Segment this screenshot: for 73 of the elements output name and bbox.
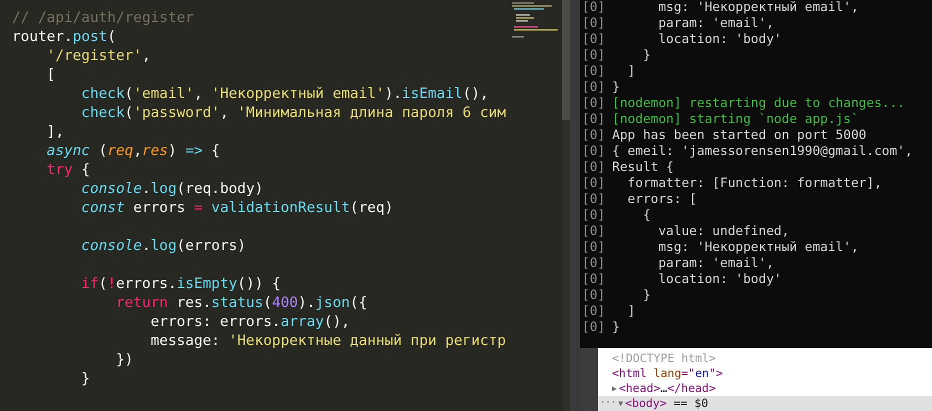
line-prefix: [0]	[582, 64, 606, 80]
line-prefix: [0]	[582, 160, 606, 176]
line-prefix: [0]	[582, 192, 606, 208]
log-line: [nodemon] restarting due to changes...	[612, 96, 905, 112]
line-prefix: [0]	[582, 272, 606, 288]
code-line: }	[80, 370, 90, 389]
code-line: return res.status(400).json({	[114, 294, 368, 313]
log-line: msg: 'Некорректный email',	[657, 240, 859, 256]
log-line: ]	[626, 304, 636, 320]
code-line: check('password', 'Минимальная длина пароля 6 сим	[80, 104, 506, 123]
log-line: formatter: [Function: formatter],	[626, 176, 882, 192]
log-line: }	[612, 320, 620, 336]
code-line: errors: errors.array(),	[150, 313, 350, 332]
code-line: console.log(errors)	[80, 237, 246, 256]
line-prefix: [0]	[582, 288, 606, 304]
log-line: value: undefined,	[657, 224, 790, 240]
expand-toggle[interactable]: ▼	[618, 396, 624, 411]
more-dots[interactable]: ···	[600, 396, 616, 411]
line-prefix: [0]	[582, 32, 606, 48]
log-line: errors: [	[626, 192, 697, 208]
log-line: }	[612, 80, 620, 96]
code-line: try {	[46, 161, 90, 180]
dom-node-row[interactable]: ··· ▼ <body> == $0	[598, 396, 932, 411]
code-line: check('email', 'Некорректный email').isEmail(),	[80, 85, 489, 104]
line-prefix: [0]	[582, 48, 606, 64]
code-line: async (req,res) => {	[46, 142, 220, 161]
line-prefix: [0]	[582, 224, 606, 240]
scrollbar[interactable]	[562, 0, 570, 411]
log-line: location: 'body'	[657, 272, 782, 288]
line-prefix: [0]	[582, 144, 606, 160]
dom-node-row[interactable]: <html lang="en">	[598, 366, 932, 381]
code-line: '/register',	[46, 47, 151, 66]
log-line: [nodemon] starting `node app.js`	[612, 112, 859, 128]
line-prefix: [0]	[582, 128, 606, 144]
code-line: // /api/auth/register	[12, 9, 194, 28]
log-line: }	[642, 48, 651, 64]
line-prefix: [0]	[582, 112, 606, 128]
code-line: console.log(req.body)	[80, 180, 264, 199]
log-line: msg: 'Некорректный email',	[657, 0, 859, 16]
code-line: ],	[46, 123, 64, 142]
log-line: { emeil: 'jamessorensen1990@gmail.com',	[612, 144, 913, 160]
dom-node-text: <head>…</head>	[618, 381, 716, 396]
line-prefix: [0]	[582, 80, 606, 96]
line-prefix: [0]	[582, 256, 606, 272]
dom-node-text: <!DOCTYPE html>	[612, 351, 716, 366]
code-line: message: 'Некорректные данный при регистр	[150, 332, 506, 351]
log-line: location: 'body'	[657, 32, 782, 48]
expand-toggle[interactable]: ▶	[612, 381, 617, 396]
line-prefix: [0]	[582, 16, 606, 32]
panel-gutter	[580, 348, 598, 411]
log-line: }	[642, 288, 651, 304]
line-prefix: [0]	[582, 304, 606, 320]
code-line: })	[114, 351, 134, 370]
line-prefix: [0]	[582, 96, 606, 112]
line-prefix: [0]	[582, 320, 606, 336]
log-line: App has been started on port 5000	[612, 128, 866, 144]
log-line: {	[642, 208, 651, 224]
line-prefix: [0]	[582, 208, 606, 224]
log-line: param: 'email',	[657, 256, 774, 272]
code-line: [	[46, 66, 56, 85]
line-prefix: [0]	[582, 176, 606, 192]
line-prefix: [0]	[582, 0, 606, 16]
dom-node-row[interactable]: <!DOCTYPE html>	[598, 351, 932, 366]
line-prefix: [0]	[582, 240, 606, 256]
dom-node-text: <body> == $0	[625, 396, 708, 411]
dom-node-row[interactable]: ▶ <head>…</head>	[598, 381, 932, 396]
log-line: ]	[626, 64, 636, 80]
code-line: if(!errors.isEmpty()) {	[80, 275, 281, 294]
log-line: Result {	[612, 160, 674, 176]
log-line: param: 'email',	[657, 16, 774, 32]
code-line: router.post(	[12, 28, 116, 47]
code-line: const errors = validationResult(req)	[80, 199, 394, 218]
dom-node-text: <html lang="en">	[612, 366, 723, 381]
